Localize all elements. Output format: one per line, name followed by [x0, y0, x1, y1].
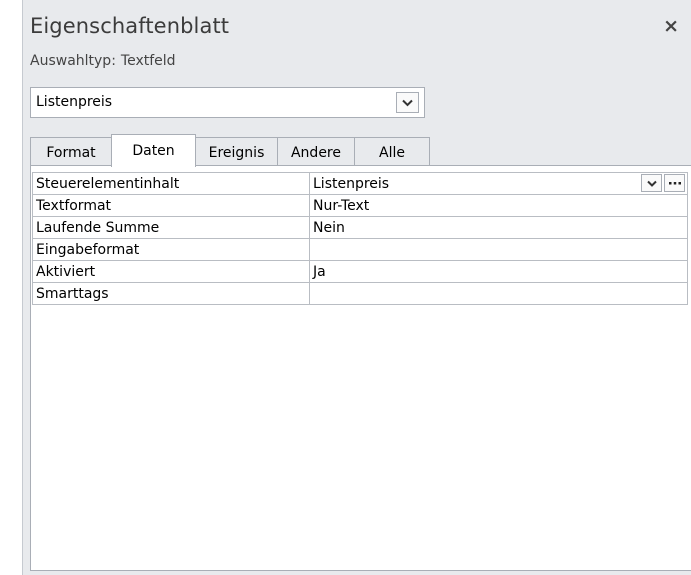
property-row-buttons [641, 174, 685, 192]
tab-daten[interactable]: Daten [111, 134, 196, 167]
property-value[interactable] [309, 282, 688, 305]
property-row[interactable]: Steuerelementinhalt Listenpreis [32, 172, 688, 195]
property-grid-panel: Steuerelementinhalt Listenpreis Textform… [30, 165, 691, 571]
property-row[interactable]: Eingabeformat [32, 238, 688, 261]
property-value[interactable]: Ja [309, 260, 688, 283]
property-row[interactable]: Aktiviert Ja [32, 260, 688, 283]
property-value[interactable]: Nein [309, 216, 688, 239]
property-row[interactable]: Smarttags [32, 282, 688, 305]
pane-title: Eigenschaftenblatt [30, 14, 230, 38]
chevron-down-icon [646, 180, 657, 187]
row-dropdown-button[interactable] [641, 174, 662, 192]
property-name: Steuerelementinhalt [32, 172, 310, 195]
property-value[interactable]: Nur-Text [309, 194, 688, 217]
object-selector-dropdown-button[interactable] [396, 92, 419, 113]
property-name: Eingabeformat [32, 238, 310, 261]
property-row[interactable]: Laufende Summe Nein [32, 216, 688, 239]
tab-andere[interactable]: Andere [277, 137, 355, 167]
tab-alle[interactable]: Alle [354, 137, 430, 167]
tab-ereignis[interactable]: Ereignis [195, 137, 278, 167]
selection-type-value: Textfeld [120, 53, 176, 69]
selection-type: Auswahltyp: Textfeld [30, 53, 176, 69]
property-name: Laufende Summe [32, 216, 310, 239]
property-value-cell[interactable]: Listenpreis [309, 172, 688, 195]
property-sheet-pane: Eigenschaftenblatt × Auswahltyp: Textfeld… [22, 0, 691, 575]
property-name: Aktiviert [32, 260, 310, 283]
property-value[interactable] [309, 238, 688, 261]
tab-format[interactable]: Format [30, 137, 112, 167]
property-value: Listenpreis [313, 175, 390, 192]
builder-button[interactable] [664, 174, 685, 192]
chevron-down-icon [402, 99, 413, 106]
ellipsis-icon [668, 182, 681, 185]
property-row[interactable]: Textformat Nur-Text [32, 194, 688, 217]
property-name: Smarttags [32, 282, 310, 305]
object-selector-value: Listenpreis [36, 94, 113, 110]
property-name: Textformat [32, 194, 310, 217]
close-icon[interactable]: × [663, 15, 679, 37]
selection-type-label: Auswahltyp: [30, 53, 116, 69]
object-selector-combo[interactable]: Listenpreis [30, 87, 425, 118]
property-grid: Steuerelementinhalt Listenpreis Textform… [32, 172, 688, 305]
